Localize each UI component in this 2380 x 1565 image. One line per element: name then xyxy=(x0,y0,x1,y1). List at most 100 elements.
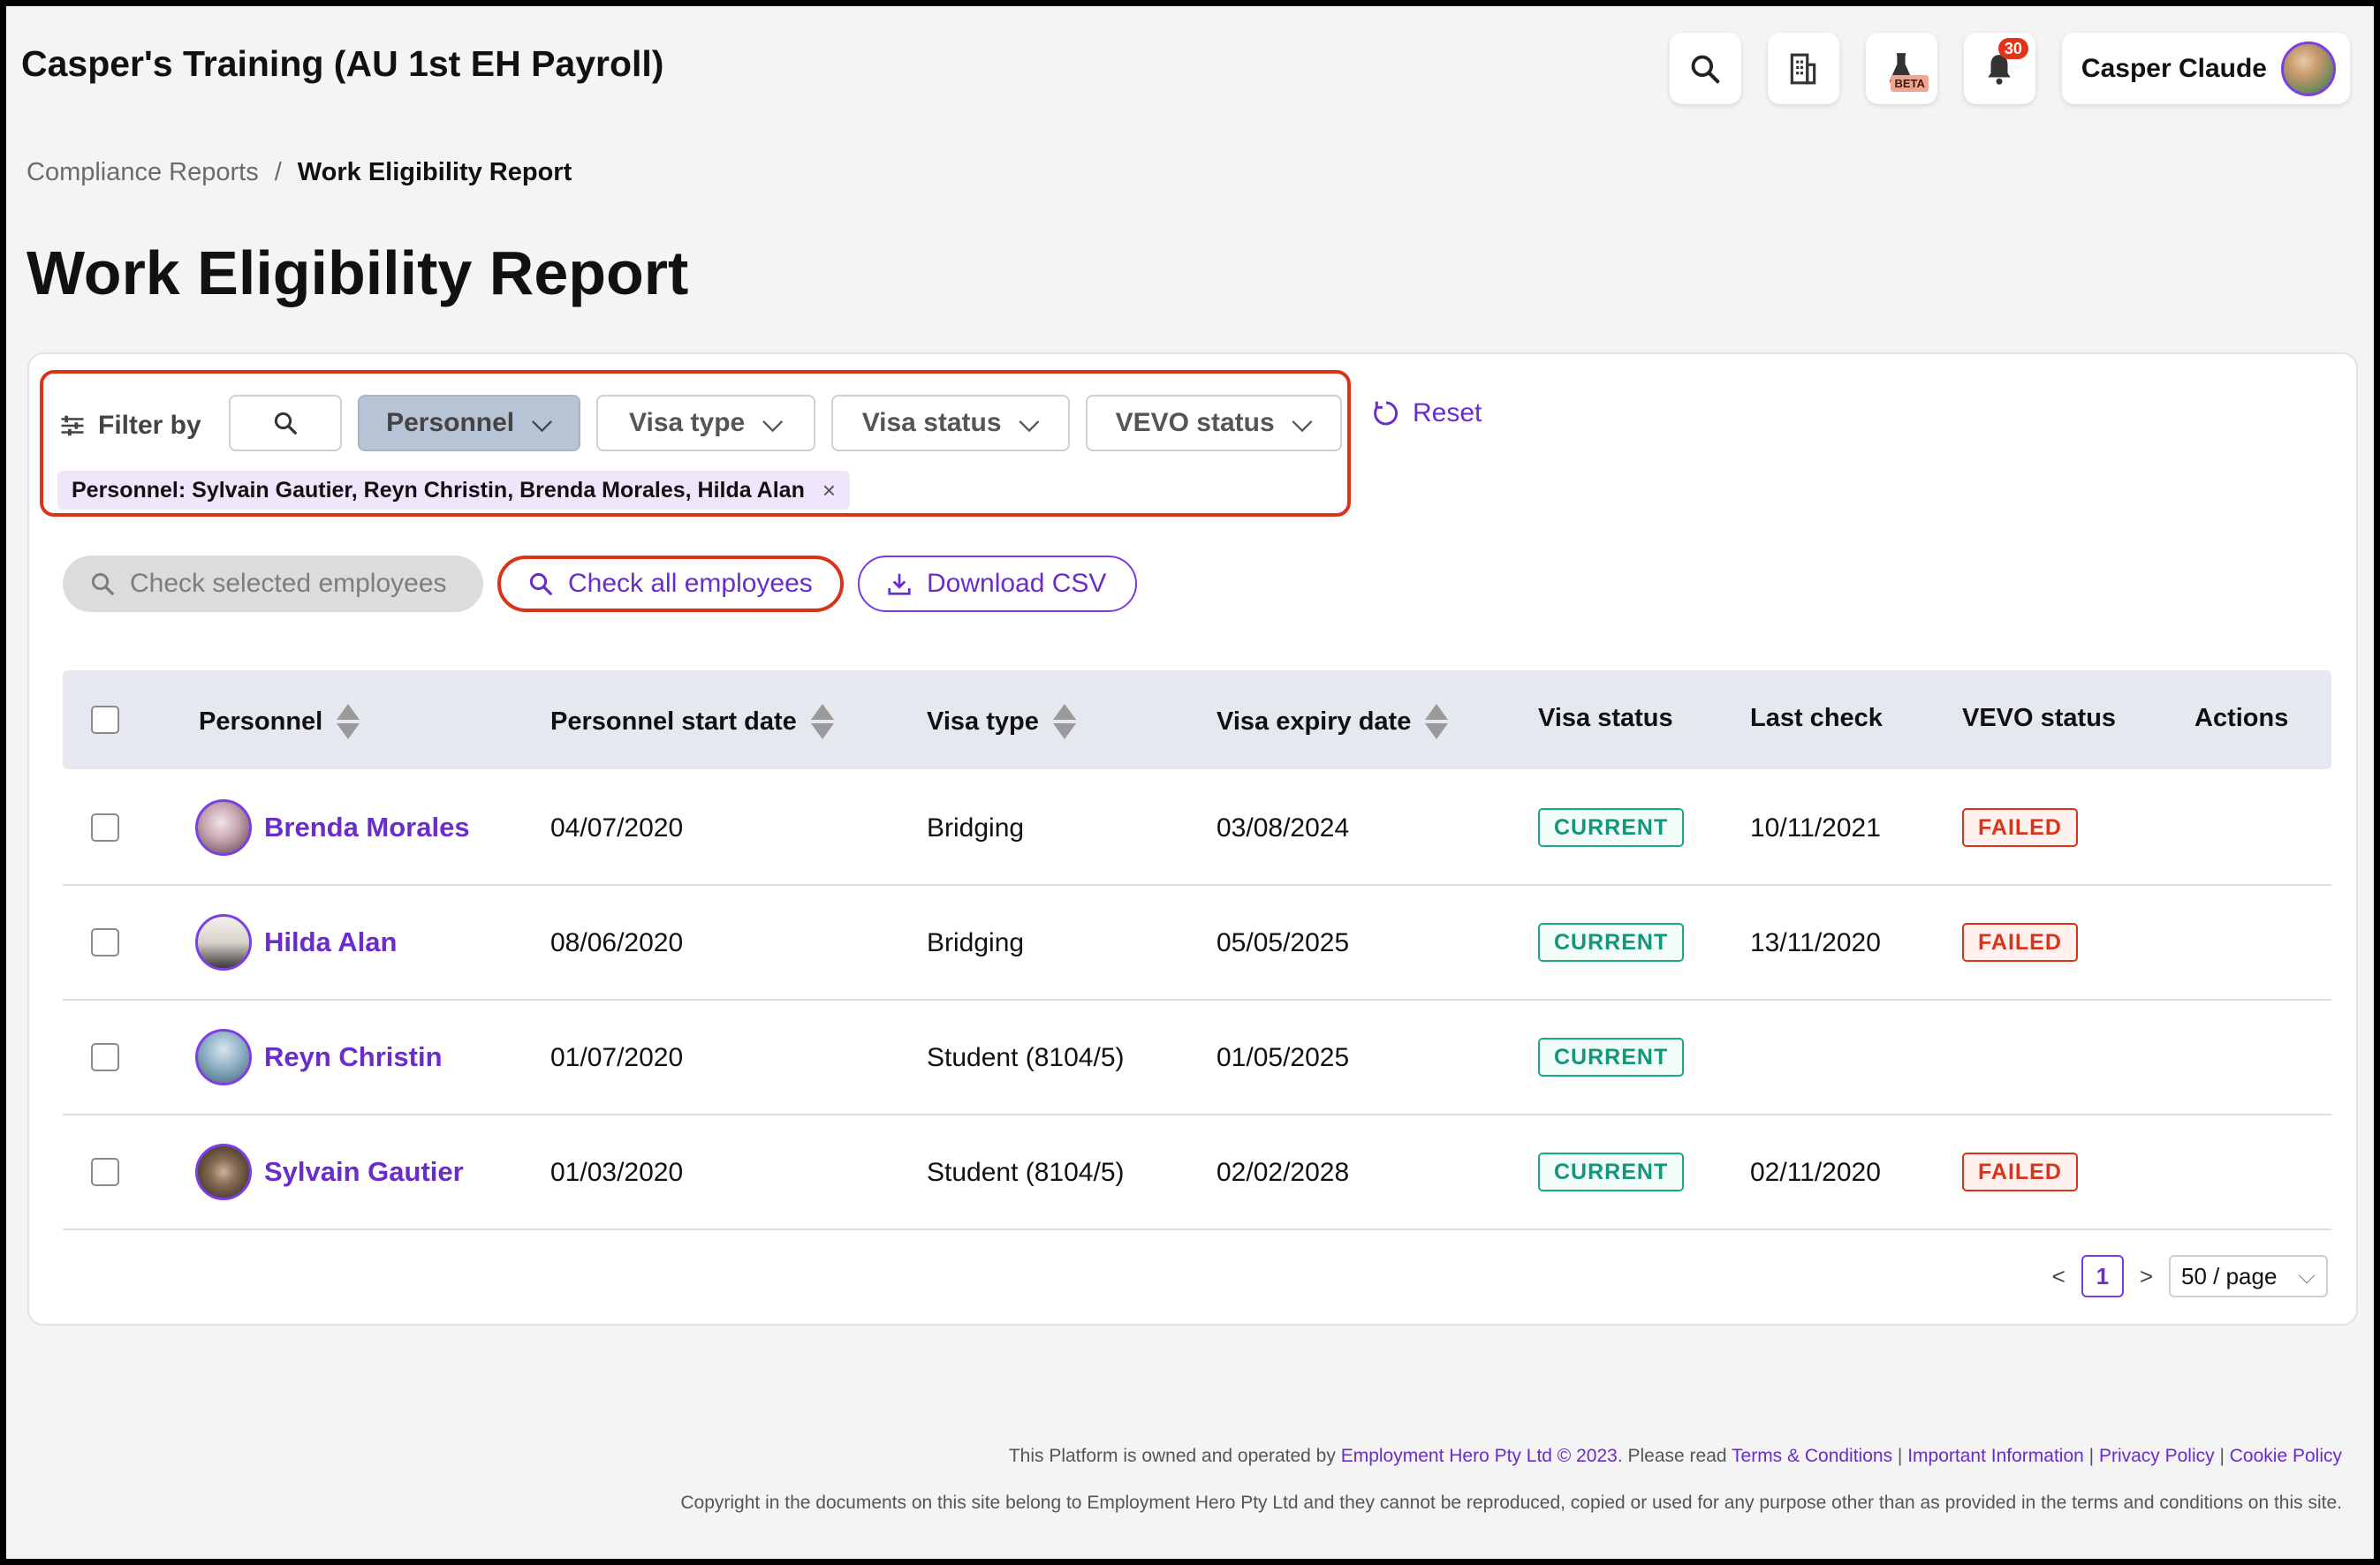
notifications-button[interactable]: 30 xyxy=(1963,33,2035,104)
page-title: Work Eligibility Report xyxy=(27,238,689,307)
chevron-down-icon: ⌵ xyxy=(532,408,552,437)
footer-company-link[interactable]: Employment Hero Pty Ltd © 2023 xyxy=(1341,1446,1618,1466)
last-check: 10/11/2021 xyxy=(1750,813,1881,843)
header-actions: BETA 30 Casper Claude xyxy=(1669,33,2350,104)
visa-status-badge: CURRENT xyxy=(1538,808,1685,847)
notification-count-badge: 30 xyxy=(1997,38,2028,59)
breadcrumb-separator: / xyxy=(274,158,282,186)
search-button[interactable] xyxy=(1669,33,1741,104)
chevron-down-icon: ⌵ xyxy=(2298,1262,2316,1289)
reset-filters-button[interactable]: Reset xyxy=(1372,398,1482,428)
filter-visa-type-dropdown[interactable]: Visa type ⌵ xyxy=(596,395,815,451)
table-row: Hilda Alan 08/06/2020 Bridging 05/05/202… xyxy=(63,886,2331,1001)
filter-search-button[interactable] xyxy=(229,395,342,451)
close-icon[interactable]: × xyxy=(822,477,836,504)
personnel-name-link[interactable]: Brenda Morales xyxy=(264,812,470,843)
search-icon xyxy=(529,572,552,595)
filter-personnel-label: Personnel xyxy=(386,408,515,437)
visa-expiry: 03/08/2024 xyxy=(1217,813,1350,843)
organisation-button[interactable] xyxy=(1767,33,1839,104)
start-date: 08/06/2020 xyxy=(550,928,684,957)
report-card: Filter by Personnel ⌵ Visa type ⌵ Visa s… xyxy=(27,352,2358,1326)
user-avatar xyxy=(2281,41,2336,96)
column-personnel[interactable]: Personnel xyxy=(199,704,360,739)
avatar xyxy=(195,914,252,971)
breadcrumb: Compliance Reports / Work Eligibility Re… xyxy=(27,158,572,187)
page-size-value: 50 / page xyxy=(2181,1262,2278,1289)
footer-separator: | xyxy=(2214,1446,2230,1466)
visa-status-badge: CURRENT xyxy=(1538,1153,1685,1191)
breadcrumb-current: Work Eligibility Report xyxy=(297,158,572,186)
breadcrumb-compliance-reports[interactable]: Compliance Reports xyxy=(27,158,259,187)
sort-icon[interactable] xyxy=(337,704,360,739)
filter-vevo-status-label: VEVO status xyxy=(1115,408,1275,437)
footer-privacy-link[interactable]: Privacy Policy xyxy=(2099,1446,2215,1466)
filter-vevo-status-dropdown[interactable]: VEVO status ⌵ xyxy=(1086,395,1342,451)
chevron-down-icon: ⌵ xyxy=(1292,408,1313,437)
row-checkbox[interactable] xyxy=(91,928,119,956)
download-csv-button[interactable]: Download CSV xyxy=(858,556,1137,612)
check-all-employees-button[interactable]: Check all employees xyxy=(497,556,844,612)
footer-text: This Platform is owned and operated by xyxy=(1008,1446,1341,1466)
sort-icon[interactable] xyxy=(1425,704,1449,739)
page-size-select[interactable]: 50 / page ⌵ xyxy=(2169,1255,2328,1297)
footer-terms-link[interactable]: Terms & Conditions xyxy=(1732,1446,1892,1466)
footer-cookie-link[interactable]: Cookie Policy xyxy=(2230,1446,2342,1466)
avatar xyxy=(195,1029,252,1085)
user-menu[interactable]: Casper Claude xyxy=(2061,33,2350,104)
column-visa-status-label: Visa status xyxy=(1538,704,1673,732)
filter-personnel-dropdown[interactable]: Personnel ⌵ xyxy=(358,395,580,451)
footer-text: . Please read xyxy=(1617,1446,1732,1466)
search-icon xyxy=(274,412,297,435)
page-1-button[interactable]: 1 xyxy=(2081,1255,2124,1297)
column-start-date-label: Personnel start date xyxy=(550,707,797,736)
building-icon xyxy=(1791,53,1816,84)
sliders-icon xyxy=(61,415,84,436)
column-vevo-status-label: VEVO status xyxy=(1962,704,2117,732)
filter-by-label: Filter by xyxy=(59,411,201,441)
next-page-button[interactable]: > xyxy=(2140,1263,2153,1290)
search-icon xyxy=(1692,55,1720,83)
chevron-down-icon: ⌵ xyxy=(1019,408,1040,437)
personnel-name-link[interactable]: Reyn Christin xyxy=(264,1041,443,1073)
filter-visa-status-dropdown[interactable]: Visa status ⌵ xyxy=(831,395,1070,451)
footer-legal-line: This Platform is owned and operated by E… xyxy=(1009,1446,2342,1467)
start-date: 01/07/2020 xyxy=(550,1043,684,1072)
beta-features-button[interactable]: BETA xyxy=(1865,33,1937,104)
column-start-date[interactable]: Personnel start date xyxy=(550,704,834,739)
personnel-name-link[interactable]: Sylvain Gautier xyxy=(264,1156,464,1188)
footer-important-link[interactable]: Important Information xyxy=(1907,1446,2084,1466)
search-icon xyxy=(91,572,114,595)
vevo-status-badge: FAILED xyxy=(1962,1153,2078,1191)
start-date: 04/07/2020 xyxy=(550,813,684,843)
last-check: 13/11/2020 xyxy=(1750,928,1881,957)
row-checkbox[interactable] xyxy=(91,1043,119,1071)
filter-visa-type-label: Visa type xyxy=(629,408,746,437)
column-visa-expiry[interactable]: Visa expiry date xyxy=(1217,704,1449,739)
personnel-cell: Reyn Christin xyxy=(195,1029,443,1085)
column-last-check-label: Last check xyxy=(1750,704,1883,732)
visa-type: Bridging xyxy=(927,813,1025,843)
check-selected-employees-button[interactable]: Check selected employees xyxy=(63,556,483,612)
select-all-checkbox[interactable] xyxy=(91,706,119,734)
last-check: 02/11/2020 xyxy=(1750,1158,1881,1187)
column-visa-type[interactable]: Visa type xyxy=(927,704,1076,739)
column-actions: Actions xyxy=(2194,704,2288,733)
chevron-down-icon: ⌵ xyxy=(762,408,783,437)
sort-icon[interactable] xyxy=(1052,704,1076,739)
filter-by-text: Filter by xyxy=(98,411,201,440)
table-header: Personnel Personnel start date Visa type… xyxy=(63,670,2331,769)
prev-page-button[interactable]: < xyxy=(2052,1263,2065,1290)
footer-separator: | xyxy=(2083,1446,2099,1466)
check-all-label: Check all employees xyxy=(568,569,813,598)
sort-icon[interactable] xyxy=(810,704,834,739)
vevo-status-badge: FAILED xyxy=(1962,808,2078,847)
user-name: Casper Claude xyxy=(2081,53,2267,83)
row-checkbox[interactable] xyxy=(91,813,119,842)
personnel-name-link[interactable]: Hilda Alan xyxy=(264,926,397,958)
row-checkbox[interactable] xyxy=(91,1158,119,1186)
column-visa-type-label: Visa type xyxy=(927,707,1039,736)
column-visa-expiry-label: Visa expiry date xyxy=(1217,707,1412,736)
personnel-cell: Hilda Alan xyxy=(195,914,397,971)
start-date: 01/03/2020 xyxy=(550,1158,684,1187)
